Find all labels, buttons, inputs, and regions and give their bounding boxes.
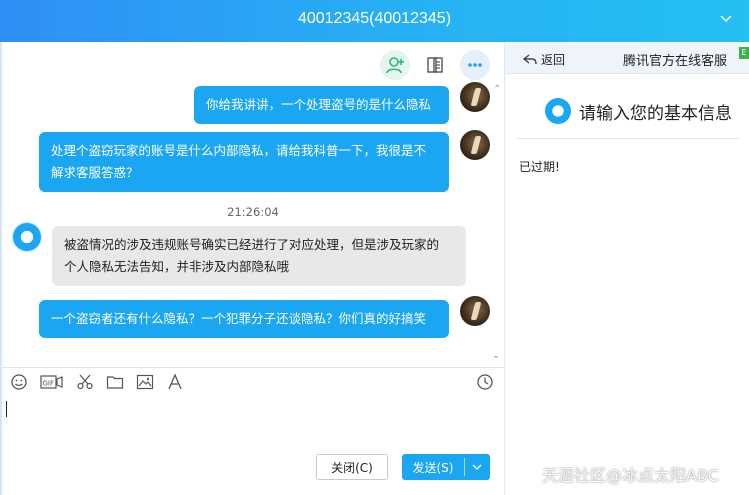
add-contact-button[interactable] [380,50,410,80]
gif-icon[interactable]: GIF [40,373,64,391]
message-text-line: 解求客服答惑？ [51,165,139,180]
user-avatar[interactable] [460,296,490,326]
input-toolbar: GIF [10,373,184,391]
image-icon[interactable] [136,373,154,391]
info-header: 请输入您的基本信息 [545,98,732,124]
history-clock-icon[interactable] [476,373,494,391]
send-button-label: 发送(S) [412,460,454,475]
service-avatar[interactable] [12,222,42,252]
message-text-line: 处理个盗窃玩家的账号是什么内部隐私，请给我科普一下，我很是不 [51,143,427,158]
document-button[interactable] [420,50,450,80]
send-options-chevron-icon[interactable] [470,461,484,473]
message-text: 你给我讲讲，一个处理盗号的是什么隐私 [206,97,432,112]
back-arrow-icon [523,53,537,64]
close-button[interactable]: 关闭(C) [316,454,388,480]
send-button-separator [464,458,465,476]
user-avatar[interactable] [460,130,490,160]
message-input-caret[interactable] [6,401,7,417]
title-bar: 40012345(40012345) [0,0,749,42]
message-bubble-me: 你给我讲讲，一个处理盗号的是什么隐私 [194,86,449,124]
chevron-down-icon[interactable] [719,12,733,26]
back-label: 返回 [541,53,566,67]
chat-panel: 你给我讲讲，一个处理盗号的是什么隐私 ⌃ 处理个盗窃玩家的账号是什么内部隐私，请… [2,42,504,367]
service-side-panel: 返回 腾讯官方在线客服 E 请输入您的基本信息 已过期! [505,42,749,495]
svg-text:GIF: GIF [43,380,55,388]
side-panel-title: 腾讯官方在线客服 [622,54,727,69]
add-user-icon [386,57,404,74]
back-button[interactable]: 返回 [523,51,565,68]
more-options-button[interactable] [460,50,490,80]
message-text-line: 被盗情况的涉及违规账号确实已经进行了对应处理，但是涉及玩家的 [64,237,440,252]
scroll-up-icon[interactable]: ⌃ [493,84,501,95]
window-title: 40012345(40012345) [297,10,452,27]
scissors-icon[interactable] [76,373,94,391]
side-panel-header: 返回 腾讯官方在线客服 E [505,42,749,74]
message-bubble-service: 被盗情况的涉及违规账号确实已经进行了对应处理，但是涉及玩家的 个人隐私无法告知，… [52,226,466,286]
expired-status: 已过期! [519,160,560,174]
document-icon [427,57,443,73]
message-text: 一个盗窃者还有什么隐私？一个犯罪分子还谈隐私？你们真的好搞笑 [51,311,427,326]
message-text-line: 个人隐私无法告知，并非涉及内部隐私哦 [64,259,290,274]
scroll-down-icon[interactable]: ⌄ [492,350,500,361]
message-bubble-me: 一个盗窃者还有什么隐私？一个犯罪分子还谈隐私？你们真的好搞笑 [39,300,449,338]
info-divider [517,138,739,139]
info-title: 请输入您的基本信息 [579,103,732,124]
input-panel: GIF 关闭(C) 发送(S) [2,367,504,495]
side-edge-tab[interactable]: E [739,47,749,59]
message-bubble-me: 处理个盗窃玩家的账号是什么内部隐私，请给我科普一下，我很是不 解求客服答惑？ [39,132,449,192]
watermark: 天涯社区@冰点太阳ABC [542,466,719,485]
folder-icon[interactable] [106,373,124,391]
chat-top-toolbar [380,50,490,80]
message-timestamp: 21:26:04 [227,205,279,219]
user-avatar[interactable] [460,82,490,112]
tencent-service-logo-icon [545,98,571,124]
font-icon[interactable] [166,373,184,391]
more-dots-icon [468,63,482,67]
send-button[interactable]: 发送(S) [402,454,490,480]
emoji-icon[interactable] [10,373,28,391]
